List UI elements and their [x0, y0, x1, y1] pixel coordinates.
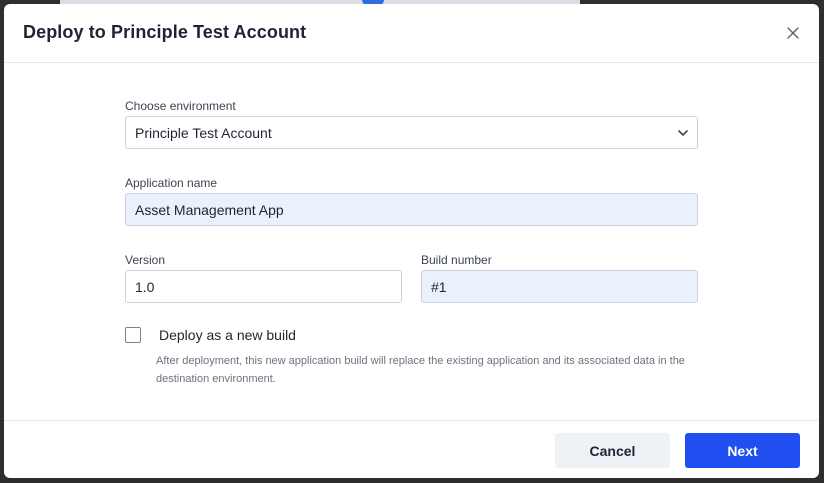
- version-field[interactable]: 1.0: [125, 270, 402, 303]
- app-name-value: Asset Management App: [135, 201, 284, 218]
- app-name-field[interactable]: Asset Management App: [125, 193, 698, 226]
- deploy-dialog: Deploy to Principle Test Account Choose …: [4, 4, 819, 478]
- close-button[interactable]: [783, 23, 803, 43]
- version-value: 1.0: [135, 278, 155, 295]
- dialog-header: Deploy to Principle Test Account: [4, 4, 819, 63]
- build-number-field[interactable]: #1: [421, 270, 698, 303]
- build-number-label: Build number: [421, 253, 492, 267]
- dialog-footer: Cancel Next: [4, 420, 819, 478]
- build-number-value: #1: [431, 278, 447, 295]
- new-build-help-text: After deployment, this new application b…: [156, 355, 685, 385]
- new-build-label[interactable]: Deploy as a new build: [159, 327, 296, 343]
- environment-select[interactable]: Principle Test Account: [125, 116, 698, 149]
- environment-value: Principle Test Account: [135, 124, 272, 141]
- new-build-checkbox[interactable]: [125, 327, 141, 343]
- dialog-title: Deploy to Principle Test Account: [23, 22, 307, 42]
- app-name-label: Application name: [125, 176, 218, 190]
- next-button[interactable]: Next: [685, 433, 800, 468]
- cancel-button[interactable]: Cancel: [555, 433, 670, 468]
- environment-label: Choose environment: [125, 99, 236, 113]
- version-label: Version: [125, 253, 166, 267]
- chevron-down-icon: [678, 130, 688, 136]
- close-icon: [787, 27, 799, 39]
